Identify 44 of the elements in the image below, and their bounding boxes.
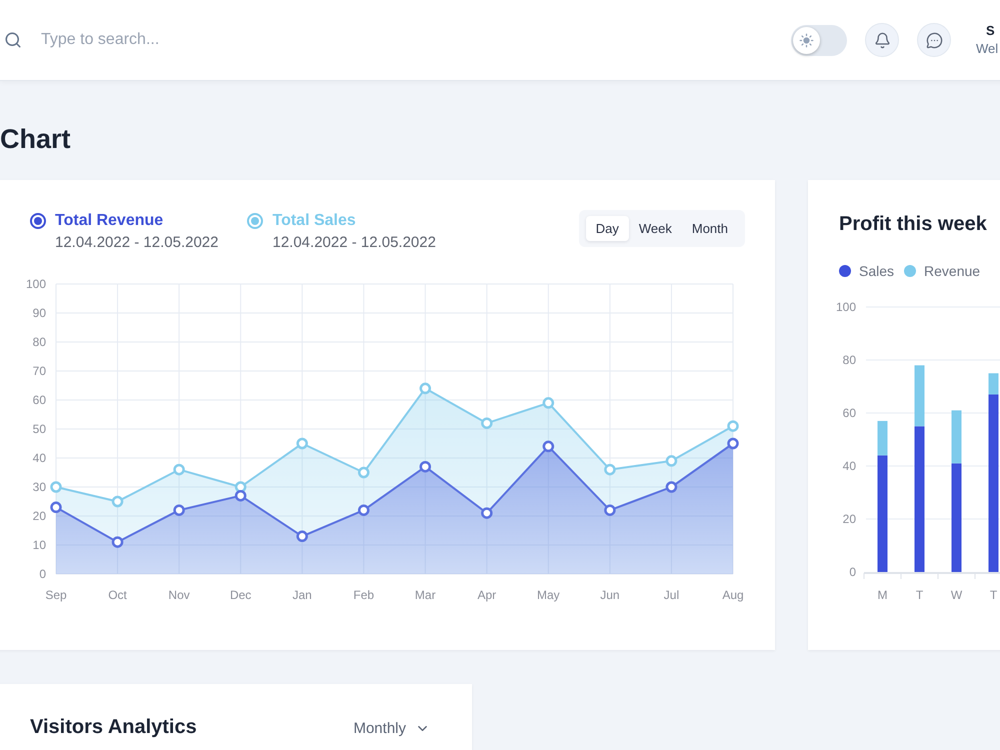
axis-label: 80 bbox=[842, 353, 856, 367]
axis-label: 60 bbox=[32, 393, 46, 407]
axis-label: Oct bbox=[108, 588, 127, 602]
axis-label: 20 bbox=[32, 509, 46, 523]
axis-label: Nov bbox=[168, 588, 190, 602]
axis-label: 50 bbox=[32, 422, 46, 436]
legend-label: Total Sales bbox=[272, 212, 356, 230]
axis-label: T bbox=[916, 588, 924, 602]
axis-label: 90 bbox=[32, 306, 46, 320]
axis-label: 100 bbox=[836, 300, 856, 314]
axis-label: 60 bbox=[842, 406, 856, 420]
date-range: 12.04.2022 - 12.05.2022 bbox=[272, 234, 436, 252]
axis-label: 70 bbox=[32, 364, 46, 378]
axis-label: 10 bbox=[32, 538, 46, 552]
axis-label: M bbox=[878, 588, 888, 602]
axis-label: Jul bbox=[664, 588, 680, 602]
axis-label: Apr bbox=[477, 588, 496, 602]
axis-label: T bbox=[990, 588, 998, 602]
card-title: Visitors Analytics bbox=[30, 716, 197, 738]
axis-label: 80 bbox=[32, 335, 46, 349]
axis-label: Mar bbox=[414, 588, 436, 602]
axis-label: Jan bbox=[292, 588, 312, 602]
axis-label: W bbox=[950, 588, 962, 602]
axis-label: 20 bbox=[842, 512, 856, 526]
legend-label: Total Revenue bbox=[55, 212, 164, 230]
axis-label: Jun bbox=[600, 588, 620, 602]
axis-label: 100 bbox=[26, 277, 46, 291]
axis-label: Sep bbox=[45, 588, 67, 602]
legend-label: Sales bbox=[859, 263, 894, 279]
axis-label: May bbox=[537, 588, 560, 602]
axis-label: 40 bbox=[842, 459, 856, 473]
axis-label: Dec bbox=[230, 588, 252, 602]
legend-label: Revenue bbox=[924, 263, 980, 279]
user-subtitle: Wel bbox=[976, 41, 998, 57]
page-title: Chart bbox=[0, 124, 71, 154]
date-range: 12.04.2022 - 12.05.2022 bbox=[55, 234, 218, 252]
card-title: Profit this week bbox=[839, 213, 987, 235]
axis-label: 40 bbox=[32, 451, 46, 465]
axis-label: Feb bbox=[353, 588, 374, 602]
axis-label: 30 bbox=[32, 480, 46, 494]
axis-label: 0 bbox=[849, 565, 856, 579]
user-name: S bbox=[986, 23, 995, 39]
axis-label: Aug bbox=[722, 588, 744, 602]
axis-label: 0 bbox=[39, 567, 46, 581]
